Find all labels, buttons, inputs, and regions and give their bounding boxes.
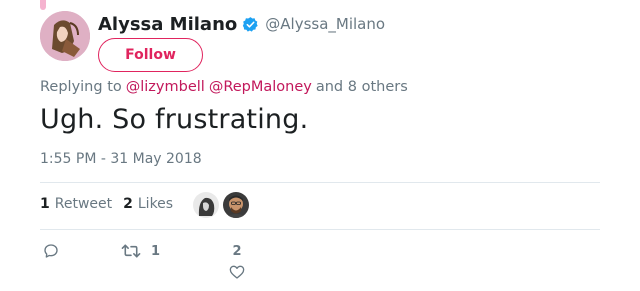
follow-button[interactable]: Follow bbox=[98, 38, 203, 72]
retweet-icon bbox=[121, 243, 141, 259]
heart-icon bbox=[229, 264, 245, 280]
tweet-text: Ugh. So frustrating. bbox=[40, 104, 309, 135]
tweet-timestamp[interactable]: 1:55 PM - 31 May 2018 bbox=[40, 151, 202, 167]
tweet-actions: 1 2 bbox=[0, 0, 640, 291]
reply-button[interactable] bbox=[43, 243, 59, 259]
retweet-action-count: 1 bbox=[151, 243, 161, 259]
avatar[interactable] bbox=[40, 11, 90, 61]
author-display-name[interactable]: Alyssa Milano bbox=[98, 14, 237, 35]
reply-icon bbox=[43, 243, 59, 259]
reply-prefix: Replying to bbox=[40, 79, 122, 95]
retweets-stat[interactable]: 1 Retweet bbox=[40, 196, 112, 212]
tweet-stats: 1 Retweet 2 Likes bbox=[40, 196, 173, 212]
liker-avatar[interactable] bbox=[223, 192, 249, 218]
avatar-image bbox=[40, 11, 90, 61]
reply-mention-repmaloney[interactable]: @RepMaloney bbox=[209, 79, 312, 95]
reply-mention-lizymbell[interactable]: @lizymbell bbox=[126, 79, 205, 95]
likers-avatars bbox=[193, 192, 253, 218]
retweets-count: 1 bbox=[40, 196, 50, 212]
liker-avatar[interactable] bbox=[193, 192, 219, 218]
likes-count: 2 bbox=[123, 196, 133, 212]
author-row: Alyssa Milano @Alyssa_Milano bbox=[98, 12, 385, 36]
like-button[interactable]: 2 bbox=[229, 244, 245, 280]
like-action-count: 2 bbox=[232, 244, 242, 259]
reply-context: Replying to @lizymbell @RepMaloney and 8 ot… bbox=[40, 79, 408, 95]
divider-bottom bbox=[40, 229, 600, 230]
retweet-button[interactable]: 1 bbox=[121, 243, 160, 259]
divider-top bbox=[40, 182, 600, 183]
reply-others[interactable]: and 8 others bbox=[316, 79, 408, 95]
verified-badge-icon bbox=[242, 16, 259, 33]
top-accent-bar bbox=[40, 0, 46, 10]
likes-stat[interactable]: 2 Likes bbox=[123, 196, 173, 212]
likes-label: Likes bbox=[137, 196, 174, 212]
author-handle[interactable]: @Alyssa_Milano bbox=[265, 15, 385, 33]
retweets-label: Retweet bbox=[54, 196, 113, 212]
